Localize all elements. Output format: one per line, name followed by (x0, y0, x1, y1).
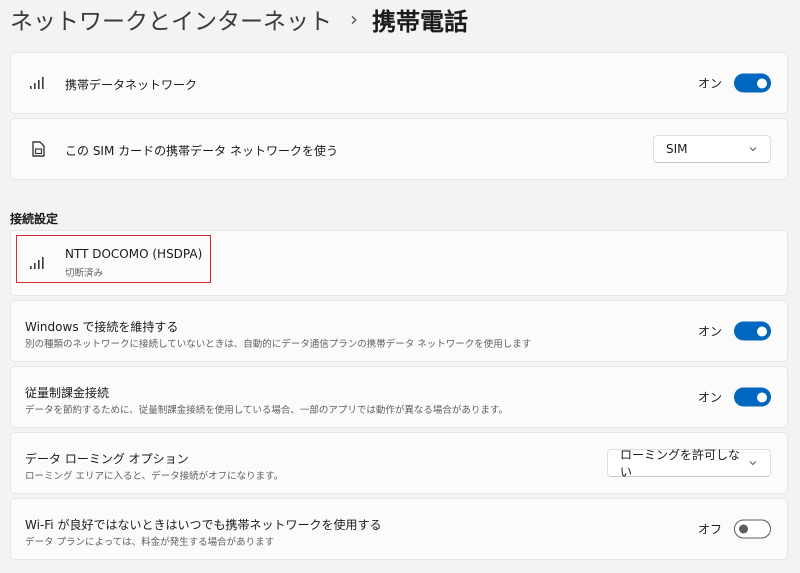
roaming-title: データ ローミング オプション (25, 452, 189, 466)
roaming-row: データ ローミング オプション ローミング エリアに入ると、データ接続がオフにな… (10, 432, 788, 494)
page-title: 携帯電話 (372, 7, 468, 36)
keep-connected-toggle-label: オン (697, 324, 722, 339)
sim-card-icon (32, 141, 45, 157)
cellular-data-toggle-label: オン (697, 76, 722, 91)
sim-select-label: この SIM カードの携帯データ ネットワークを使う (65, 144, 338, 158)
breadcrumb: ネットワークとインターネット › 携帯電話 (10, 2, 468, 36)
wifi-fallback-toggle[interactable] (734, 519, 771, 539)
keep-connected-toggle-group: オン (697, 321, 771, 341)
connection-settings-heading: 接続設定 (10, 212, 59, 226)
cellular-data-toggle-group: オン (697, 73, 771, 93)
sim-select-row: この SIM カードの携帯データ ネットワークを使う SIM (10, 118, 788, 180)
wifi-fallback-toggle-label: オフ (697, 522, 722, 537)
cellular-data-toggle[interactable] (734, 73, 771, 93)
sim-dropdown[interactable]: SIM (653, 135, 771, 163)
wifi-fallback-description: データ プランによっては、料金が発生する場合があります (25, 537, 275, 548)
metered-toggle-group: オン (697, 387, 771, 407)
keep-connected-description: 別の種類のネットワークに接続していないときは、自動的にデータ通信プランの携帯デー… (25, 339, 532, 350)
roaming-dropdown[interactable]: ローミングを許可しない (607, 448, 771, 479)
metered-description: データを節約するために、従量制課金接続を使用している場合、一部のアプリでは動作が… (25, 405, 508, 416)
sim-dropdown-value: SIM (666, 142, 688, 156)
roaming-dropdown-value: ローミングを許可しない (620, 448, 741, 479)
breadcrumb-separator: › (350, 7, 358, 31)
wifi-fallback-toggle-group: オフ (697, 519, 771, 539)
metered-title: 従量制課金接続 (25, 386, 110, 400)
keep-connected-title: Windows で接続を維持する (25, 320, 179, 334)
metered-toggle[interactable] (734, 387, 771, 407)
keep-connected-row: Windows で接続を維持する 別の種類のネットワークに接続していないときは、… (10, 300, 788, 362)
keep-connected-toggle[interactable] (734, 321, 771, 341)
wifi-fallback-row: Wi-Fi が良好ではないときはいつでも携帯ネットワークを使用する データ プラ… (10, 498, 788, 560)
highlight-box (16, 235, 211, 283)
chevron-down-icon (749, 461, 757, 466)
signal-bars-icon (30, 77, 44, 89)
wifi-fallback-title: Wi-Fi が良好ではないときはいつでも携帯ネットワークを使用する (25, 518, 382, 532)
metered-row: 従量制課金接続 データを節約するために、従量制課金接続を使用している場合、一部の… (10, 366, 788, 428)
cellular-data-label: 携帯データネットワーク (65, 78, 198, 92)
metered-toggle-label: オン (697, 390, 722, 405)
roaming-description: ローミング エリアに入ると、データ接続がオフになります。 (25, 471, 284, 482)
cellular-data-row: 携帯データネットワーク オン (10, 52, 788, 114)
breadcrumb-parent[interactable]: ネットワークとインターネット (10, 2, 332, 36)
chevron-down-icon (749, 147, 757, 152)
